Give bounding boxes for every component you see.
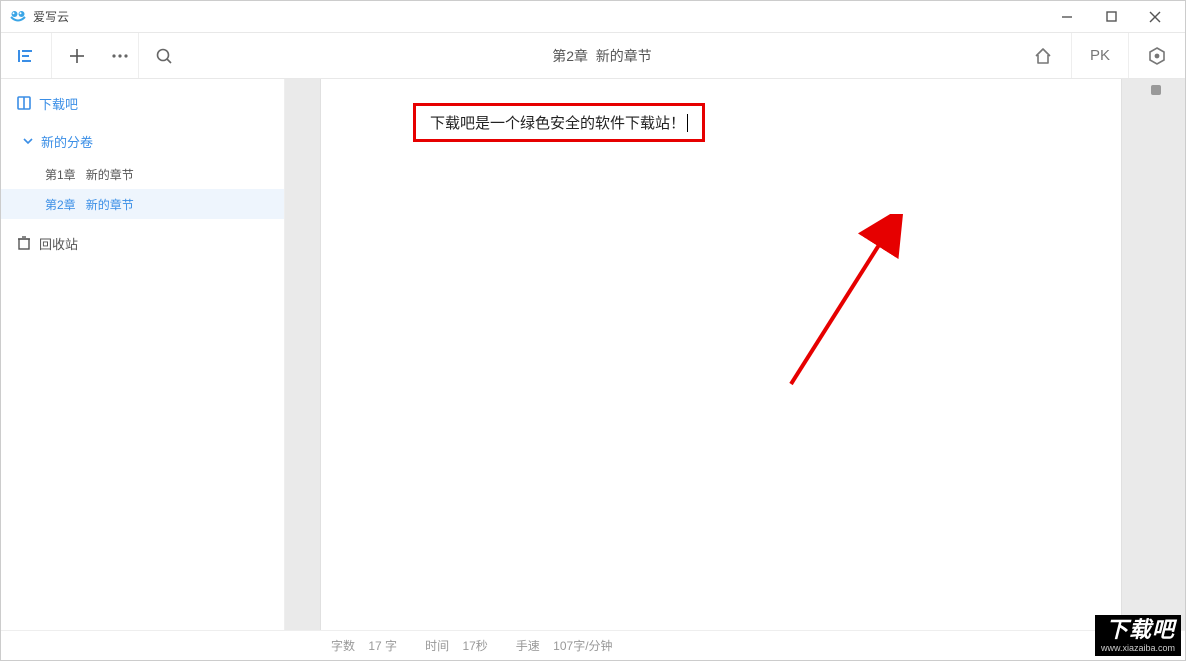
add-button[interactable] <box>52 33 102 78</box>
chapter-num: 第2章 <box>45 196 76 213</box>
chapter-num: 第1章 <box>45 166 76 183</box>
status-wordcount: 字数 17 字 <box>331 637 397 654</box>
annotation-arrow <box>781 214 911 394</box>
sidebar-chapter-2[interactable]: 第2章 新的章节 <box>1 189 284 219</box>
outline-icon <box>16 46 36 66</box>
sidebar: 下载吧 新的分卷 第1章 新的章节 第2章 新的章节 <box>1 79 285 630</box>
app-window: 爱写云 第2章 新的章节 <box>0 0 1186 661</box>
editor-left-gutter <box>285 79 321 630</box>
editor-text: 下载吧是一个绿色安全的软件下载站！ <box>430 112 685 133</box>
outline-toggle-button[interactable] <box>1 33 51 78</box>
highlighted-text-box: 下载吧是一个绿色安全的软件下载站！ <box>413 103 705 142</box>
minimize-button[interactable] <box>1045 1 1089 33</box>
book-label: 下载吧 <box>39 94 78 113</box>
text-cursor <box>687 114 688 132</box>
sidebar-trash[interactable]: 回收站 <box>1 225 284 261</box>
toolbar: 第2章 新的章节 PK <box>1 33 1185 79</box>
hex-icon <box>1147 46 1167 66</box>
home-button[interactable] <box>1015 33 1071 78</box>
chevron-down-icon <box>23 136 33 146</box>
chapter-label: 新的章节 <box>86 196 134 213</box>
home-icon <box>1033 46 1053 66</box>
maximize-button[interactable] <box>1089 1 1133 33</box>
pk-button[interactable]: PK <box>1072 33 1128 78</box>
plus-icon <box>68 47 86 65</box>
ellipsis-icon <box>111 53 129 59</box>
trash-label: 回收站 <box>39 234 78 253</box>
main-body: 下载吧 新的分卷 第1章 新的章节 第2章 新的章节 <box>1 79 1185 630</box>
book-icon <box>15 96 33 110</box>
scrollbar-thumb[interactable] <box>1151 85 1161 95</box>
more-button[interactable] <box>102 33 138 78</box>
search-button[interactable] <box>139 33 189 78</box>
sidebar-chapter-1[interactable]: 第1章 新的章节 <box>1 159 284 189</box>
search-icon <box>155 47 173 65</box>
statusbar: 字数 17 字 时间 17秒 手速 107字/分钟 <box>1 630 1185 660</box>
titlebar: 爱写云 <box>1 1 1185 33</box>
sidebar-book[interactable]: 下载吧 <box>1 85 284 121</box>
chapter-number: 第2章 <box>552 46 588 66</box>
status-speed: 手速 107字/分钟 <box>516 637 613 654</box>
editor-area: 下载吧是一个绿色安全的软件下载站！ <box>285 79 1185 630</box>
close-icon <box>1149 11 1161 23</box>
chapter-label: 新的章节 <box>86 166 134 183</box>
trash-icon <box>15 236 33 250</box>
chapter-name: 新的章节 <box>596 46 652 66</box>
watermark-url: www.xiazaiba.com <box>1101 643 1175 654</box>
watermark: 下载吧 www.xiazaiba.com <box>1095 615 1181 656</box>
app-title: 爱写云 <box>33 8 69 25</box>
minimize-icon <box>1061 11 1073 23</box>
watermark-title: 下载吧 <box>1101 617 1175 643</box>
maximize-icon <box>1106 11 1117 22</box>
sidebar-volume[interactable]: 新的分卷 <box>1 123 284 159</box>
status-time: 时间 17秒 <box>425 637 488 654</box>
volume-label: 新的分卷 <box>41 132 93 151</box>
app-logo-icon <box>9 8 27 26</box>
settings-button[interactable] <box>1129 33 1185 78</box>
close-button[interactable] <box>1133 1 1177 33</box>
pk-label: PK <box>1090 47 1110 64</box>
chapter-title-display: 第2章 新的章节 <box>189 33 1015 78</box>
editor-page[interactable]: 下载吧是一个绿色安全的软件下载站！ <box>321 79 1121 630</box>
editor-right-gutter <box>1121 79 1185 630</box>
